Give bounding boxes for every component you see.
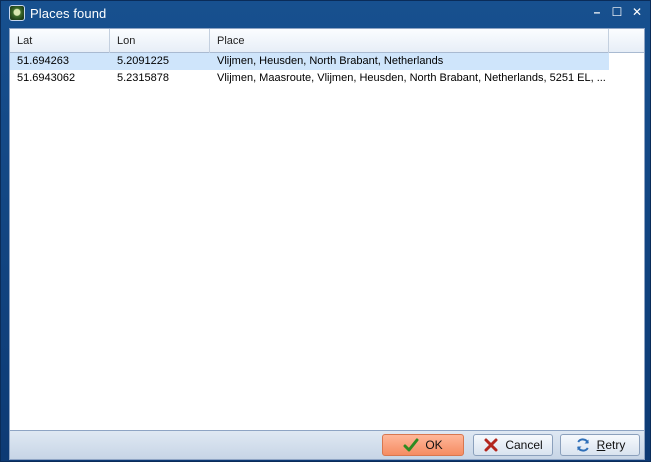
column-header-place[interactable]: Place [210, 29, 609, 53]
button-bar: OK Cancel Retry [9, 431, 645, 460]
places-grid[interactable]: Lat Lon Place 51.694263 5.2091225 Vlijme… [9, 28, 645, 431]
title-bar[interactable]: Places found – ☐ ✕ [1, 1, 650, 25]
table-row[interactable]: 51.6943062 5.2315878 Vlijmen, Maasroute,… [10, 70, 644, 87]
app-globe-icon [9, 5, 25, 21]
minimize-icon[interactable]: – [590, 5, 604, 19]
checkmark-icon [403, 438, 419, 452]
refresh-icon [576, 438, 589, 452]
cell-lon: 5.2091225 [117, 55, 169, 67]
places-found-dialog: Places found – ☐ ✕ Lat Lon Place 51.6942… [0, 0, 651, 462]
cancel-button[interactable]: Cancel [473, 434, 553, 456]
ok-label: OK [425, 438, 443, 452]
column-header-lat[interactable]: Lat [10, 29, 110, 53]
retry-button[interactable]: Retry [560, 434, 640, 456]
window-controls: – ☐ ✕ [590, 5, 644, 19]
grid-header: Lat Lon Place [10, 29, 644, 53]
table-row[interactable]: 51.694263 5.2091225 Vlijmen, Heusden, No… [10, 53, 644, 70]
cell-lat: 51.694263 [17, 55, 69, 67]
cell-place: Vlijmen, Heusden, North Brabant, Netherl… [217, 55, 444, 67]
cell-lat: 51.6943062 [17, 72, 76, 84]
row-filler [609, 70, 644, 87]
cell-lon: 5.2315878 [117, 72, 169, 84]
cell-place: Vlijmen, Maasroute, Vlijmen, Heusden, No… [217, 72, 606, 84]
ok-button[interactable]: OK [382, 434, 464, 456]
row-filler [609, 53, 644, 70]
column-header-lon[interactable]: Lon [110, 29, 210, 53]
maximize-icon[interactable]: ☐ [610, 5, 624, 19]
column-header-filler [609, 29, 644, 53]
retry-label: Retry [596, 438, 626, 452]
window-title: Places found [30, 5, 107, 21]
cancel-label: Cancel [505, 438, 543, 452]
cross-icon [484, 438, 498, 452]
close-icon[interactable]: ✕ [630, 5, 644, 19]
